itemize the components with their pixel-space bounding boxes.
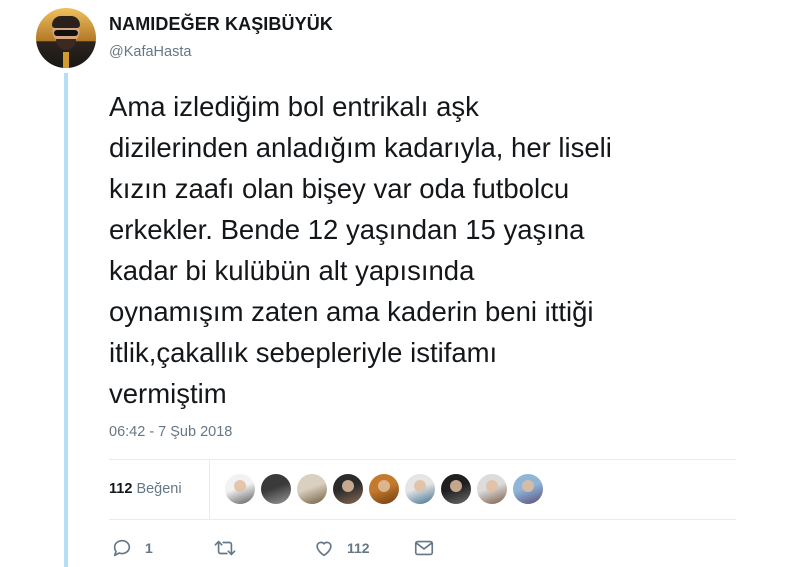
liker-avatar-5[interactable]: [369, 474, 399, 504]
heart-icon: [313, 537, 335, 559]
reply-icon: [111, 537, 133, 559]
avatar-sunglasses: [54, 30, 78, 36]
liker-avatar-3[interactable]: [297, 474, 327, 504]
stats-separator: [209, 459, 210, 519]
divider-bottom: [109, 519, 736, 520]
display-name[interactable]: NAMIDEĞER KAŞIBÜYÜK: [109, 14, 333, 35]
liker-avatar-2[interactable]: [261, 474, 291, 504]
liker-avatars: [225, 474, 549, 504]
liker-avatar-6[interactable]: [405, 474, 435, 504]
envelope-icon: [413, 537, 435, 559]
avatar-hair: [52, 16, 80, 28]
tweet-text: Ama izlediğim bol entrikalı aşk dizileri…: [109, 91, 612, 409]
liker-avatar-1[interactable]: [225, 474, 255, 504]
avatar[interactable]: [36, 8, 96, 68]
liker-avatar-7[interactable]: [441, 474, 471, 504]
liker-avatar-8[interactable]: [477, 474, 507, 504]
likes-count: 112: [109, 481, 133, 497]
thread-line: [64, 73, 68, 567]
direct-message-button[interactable]: [413, 537, 435, 559]
avatar-tie: [63, 52, 69, 68]
reply-button[interactable]: 1: [111, 537, 153, 559]
retweet-button[interactable]: [213, 537, 249, 559]
like-count: 112: [347, 540, 370, 556]
avatar-beard: [56, 39, 76, 50]
liker-avatar-4[interactable]: [333, 474, 363, 504]
divider-top: [109, 459, 736, 460]
retweet-icon: [213, 537, 237, 559]
user-handle[interactable]: @KafaHasta: [109, 44, 191, 60]
tweet-timestamp[interactable]: 06:42 - 7 Şub 2018: [109, 424, 232, 440]
reply-count: 1: [145, 540, 153, 556]
liker-avatar-9[interactable]: [513, 474, 543, 504]
likes-label: Beğeni: [136, 481, 182, 497]
like-button[interactable]: 112: [313, 537, 370, 559]
likes-stat[interactable]: 112 Beğeni: [109, 481, 182, 497]
